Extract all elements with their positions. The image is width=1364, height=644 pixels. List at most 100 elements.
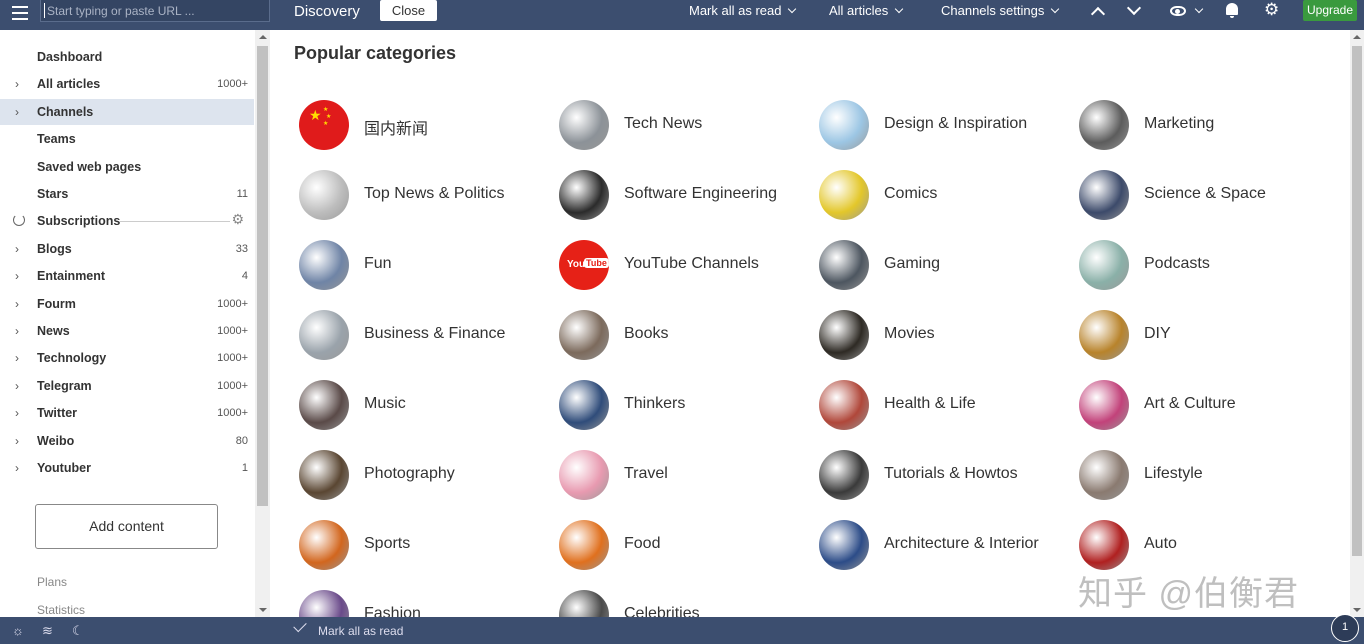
book-icon[interactable] <box>559 310 609 360</box>
category-item[interactable]: You Tube YouTube Channels <box>554 240 804 290</box>
category-item[interactable]: Movies <box>814 310 1064 360</box>
category-name[interactable]: Books <box>624 325 668 343</box>
category-item[interactable]: DIY <box>1074 310 1324 360</box>
film-icon[interactable] <box>819 310 869 360</box>
mark-all-read-dropdown[interactable]: Mark all as read <box>689 3 797 18</box>
category-name[interactable]: Top News & Politics <box>364 185 505 203</box>
sidebar-item-technology[interactable]: › Technology 1000+ <box>0 345 254 371</box>
chevron-right-icon[interactable]: › <box>15 406 19 420</box>
category-name[interactable]: Fun <box>364 255 392 273</box>
category-item[interactable]: Travel <box>554 450 804 500</box>
category-name[interactable]: Travel <box>624 465 668 483</box>
microphone-icon[interactable] <box>1079 240 1129 290</box>
gadgets-icon[interactable] <box>1079 100 1129 150</box>
robot-icon[interactable] <box>559 100 609 150</box>
previous-arrow-icon[interactable] <box>1090 6 1106 22</box>
scroll-down-icon[interactable] <box>1353 608 1361 612</box>
sidebar-item-blogs[interactable]: › Blogs 33 <box>0 236 254 262</box>
category-name[interactable]: Gaming <box>884 255 940 273</box>
category-name[interactable]: Sports <box>364 535 410 553</box>
menu-icon[interactable] <box>12 6 28 20</box>
sidebar-item-twitter[interactable]: › Twitter 1000+ <box>0 400 254 426</box>
camera-icon[interactable] <box>299 450 349 500</box>
category-item[interactable]: Business & Finance <box>294 310 544 360</box>
category-name[interactable]: Tutorials & Howtos <box>884 465 1018 483</box>
category-item[interactable]: Podcasts <box>1074 240 1324 290</box>
chevron-right-icon[interactable]: › <box>15 434 19 448</box>
category-item[interactable]: Lifestyle <box>1074 450 1324 500</box>
sidebar-item-all-articles[interactable]: › All articles 1000+ <box>0 71 254 97</box>
sidebar-item-weibo[interactable]: › Weibo 80 <box>0 428 254 454</box>
chevron-right-icon[interactable]: › <box>15 242 19 256</box>
category-item[interactable]: Tech News <box>554 100 804 150</box>
category-name[interactable]: Podcasts <box>1144 255 1210 273</box>
category-name[interactable]: Architecture & Interior <box>884 535 1039 553</box>
celebrity-icon[interactable] <box>559 590 609 617</box>
refresh-icon[interactable] <box>13 214 25 227</box>
gamepad-icon[interactable] <box>819 240 869 290</box>
category-name[interactable]: Software Engineering <box>624 185 777 203</box>
category-name[interactable]: Thinkers <box>624 395 685 413</box>
eye-icon[interactable] <box>1170 6 1186 16</box>
gear-icon[interactable]: ⚙ <box>231 211 244 228</box>
health-icon[interactable] <box>819 380 869 430</box>
category-name[interactable]: 国内新闻 <box>364 115 428 139</box>
add-content-button[interactable]: Add content <box>35 504 218 549</box>
search-input[interactable] <box>40 0 270 22</box>
china-flag-icon[interactable]: ★ ★ ★ ★ <box>299 100 349 150</box>
category-name[interactable]: DIY <box>1144 325 1171 343</box>
tools-icon[interactable] <box>1079 310 1129 360</box>
travel-icon[interactable] <box>559 450 609 500</box>
category-name[interactable]: Lifestyle <box>1144 465 1203 483</box>
category-name[interactable]: Movies <box>884 325 935 343</box>
next-arrow-icon[interactable] <box>1126 0 1142 16</box>
category-name[interactable]: Auto <box>1144 535 1177 553</box>
category-name[interactable]: YouTube Channels <box>624 255 759 273</box>
chevron-right-icon[interactable]: › <box>15 351 19 365</box>
category-item[interactable]: Design & Inspiration <box>814 100 1064 150</box>
category-item[interactable]: Books <box>554 310 804 360</box>
statistics-link[interactable]: Statistics <box>37 603 85 617</box>
category-name[interactable]: Celebrities <box>624 605 700 617</box>
youtube-icon[interactable]: You Tube <box>559 240 609 290</box>
tutorial-icon[interactable] <box>819 450 869 500</box>
chevron-right-icon[interactable]: › <box>15 77 19 91</box>
comic-icon[interactable] <box>819 170 869 220</box>
view-mode-dropdown[interactable] <box>1188 3 1204 18</box>
ball-icon[interactable] <box>299 520 349 570</box>
category-item[interactable]: ★ ★ ★ ★ 国内新闻 <box>294 100 544 150</box>
category-name[interactable]: Fashion <box>364 605 421 617</box>
scroll-up-icon[interactable] <box>1353 35 1361 39</box>
category-item[interactable]: Science & Space <box>1074 170 1324 220</box>
sidebar-item-fourm[interactable]: › Fourm 1000+ <box>0 291 254 317</box>
category-name[interactable]: Art & Culture <box>1144 395 1236 413</box>
paper-plane-icon[interactable] <box>819 100 869 150</box>
category-item[interactable]: Sports <box>294 520 544 570</box>
sidebar-scrollbar[interactable] <box>255 30 270 617</box>
cat-icon[interactable] <box>299 240 349 290</box>
sidebar-item-subscriptions[interactable]: ⚙ Subscriptions <box>0 208 254 234</box>
category-item[interactable]: Art & Culture <box>1074 380 1324 430</box>
scrollbar-thumb[interactable] <box>1352 46 1362 556</box>
category-name[interactable]: Photography <box>364 465 455 483</box>
category-name[interactable]: Food <box>624 535 660 553</box>
category-item[interactable]: Fun <box>294 240 544 290</box>
category-item[interactable]: Top News & Politics <box>294 170 544 220</box>
mark-all-read-button[interactable]: Mark all as read <box>318 624 403 638</box>
code-icon[interactable] <box>559 170 609 220</box>
sidebar-item-news[interactable]: › News 1000+ <box>0 318 254 344</box>
sun-icon[interactable]: ☼ <box>12 624 24 637</box>
chevron-right-icon[interactable]: › <box>15 324 19 338</box>
category-item[interactable]: Marketing <box>1074 100 1324 150</box>
category-name[interactable]: Science & Space <box>1144 185 1266 203</box>
chevron-right-icon[interactable]: › <box>15 269 19 283</box>
category-item[interactable]: Food <box>554 520 804 570</box>
category-item[interactable]: Auto <box>1074 520 1324 570</box>
category-item[interactable]: Health & Life <box>814 380 1064 430</box>
all-articles-dropdown[interactable]: All articles <box>829 3 904 18</box>
category-name[interactable]: Design & Inspiration <box>884 115 1027 133</box>
category-item[interactable]: Comics <box>814 170 1064 220</box>
channels-settings-dropdown[interactable]: Channels settings <box>941 3 1060 18</box>
car-icon[interactable] <box>1079 520 1129 570</box>
waves-icon[interactable]: ≋ <box>42 624 53 637</box>
